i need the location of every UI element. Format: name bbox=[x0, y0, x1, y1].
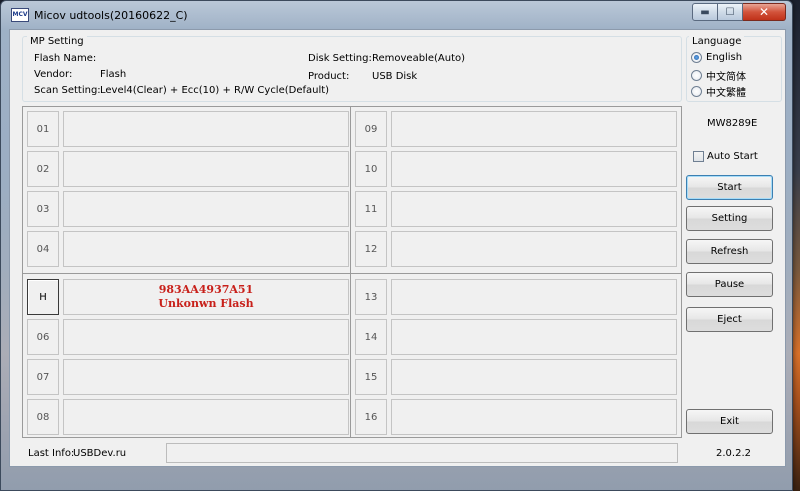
controller-label: MW8289E bbox=[707, 118, 758, 129]
port-row-05: H 983AA4937A51 Unkonwn Flash bbox=[27, 279, 349, 315]
port-panel-divider bbox=[350, 106, 351, 438]
setting-button[interactable]: Setting bbox=[686, 206, 773, 231]
port-info bbox=[391, 231, 677, 267]
auto-start-checkbox[interactable] bbox=[693, 151, 704, 162]
port-number: 03 bbox=[27, 191, 59, 227]
port-info: 983AA4937A51 Unkonwn Flash bbox=[63, 279, 349, 315]
port-number: H bbox=[27, 279, 59, 315]
port-number: 07 bbox=[27, 359, 59, 395]
traditional-chinese-radio[interactable] bbox=[691, 86, 702, 97]
exit-button[interactable]: Exit bbox=[686, 409, 773, 434]
scan-setting-value: Level4(Clear) + Ecc(10) + R/W Cycle(Defa… bbox=[100, 85, 330, 96]
port-row-14: 14 bbox=[355, 319, 677, 355]
port-row-13: 13 bbox=[355, 279, 677, 315]
disk-setting-label: Disk Setting: bbox=[308, 53, 372, 64]
app-icon: MCV bbox=[11, 8, 29, 22]
port-info bbox=[391, 279, 677, 315]
port-row-02: 02 bbox=[27, 151, 349, 187]
auto-start-label: Auto Start bbox=[707, 151, 758, 162]
refresh-button[interactable]: Refresh bbox=[686, 239, 773, 264]
port-info bbox=[63, 399, 349, 435]
port-info bbox=[391, 359, 677, 395]
auto-start-toggle[interactable]: Auto Start bbox=[693, 151, 758, 162]
port-row-03: 03 bbox=[27, 191, 349, 227]
port-row-06: 06 bbox=[27, 319, 349, 355]
minimize-icon: ▬ bbox=[700, 6, 710, 18]
port-number: 09 bbox=[355, 111, 387, 147]
port-row-11: 11 bbox=[355, 191, 677, 227]
port-number: 02 bbox=[27, 151, 59, 187]
port-row-10: 10 bbox=[355, 151, 677, 187]
title-bar[interactable]: MCV Micov udtools(20160622_C) ▬ ☐ ✕ bbox=[1, 1, 792, 29]
port-info bbox=[63, 151, 349, 187]
close-button[interactable]: ✕ bbox=[743, 3, 786, 21]
port-row-15: 15 bbox=[355, 359, 677, 395]
maximize-icon: ☐ bbox=[725, 6, 735, 18]
vendor-value: Flash bbox=[100, 69, 127, 80]
mp-setting-title: MP Setting bbox=[27, 36, 87, 47]
product-value: USB Disk bbox=[372, 71, 418, 82]
port-row-01: 01 bbox=[27, 111, 349, 147]
port-row-08: 08 bbox=[27, 399, 349, 435]
port-number: 08 bbox=[27, 399, 59, 435]
port-info bbox=[63, 319, 349, 355]
port-number: 06 bbox=[27, 319, 59, 355]
language-option-traditional[interactable]: 中文繁體 bbox=[691, 84, 746, 99]
port-info bbox=[63, 359, 349, 395]
language-option-simplified[interactable]: 中文简体 bbox=[691, 68, 746, 83]
port-number: 13 bbox=[355, 279, 387, 315]
port-number: 01 bbox=[27, 111, 59, 147]
product-label: Product: bbox=[308, 71, 350, 82]
port-info bbox=[63, 191, 349, 227]
port-number: 04 bbox=[27, 231, 59, 267]
port-row-09: 09 bbox=[355, 111, 677, 147]
english-radio[interactable] bbox=[691, 52, 702, 63]
port-info bbox=[63, 111, 349, 147]
minimize-button[interactable]: ▬ bbox=[692, 3, 718, 21]
port-info bbox=[391, 151, 677, 187]
port-row-07: 07 bbox=[27, 359, 349, 395]
port-row-16: 16 bbox=[355, 399, 677, 435]
language-title: Language bbox=[689, 36, 745, 47]
caption-buttons: ▬ ☐ ✕ bbox=[692, 3, 786, 21]
port-number: 11 bbox=[355, 191, 387, 227]
eject-button[interactable]: Eject bbox=[686, 307, 773, 332]
version-label: 2.0.2.2 bbox=[716, 448, 751, 459]
port-row-12: 12 bbox=[355, 231, 677, 267]
port-number: 15 bbox=[355, 359, 387, 395]
disk-setting-value: Removeable(Auto) bbox=[372, 53, 466, 64]
port-number: 10 bbox=[355, 151, 387, 187]
port-info bbox=[63, 231, 349, 267]
port-info bbox=[391, 399, 677, 435]
simplified-chinese-radio[interactable] bbox=[691, 70, 702, 81]
port-panel-hdivider bbox=[22, 273, 682, 274]
maximize-button[interactable]: ☐ bbox=[718, 3, 743, 21]
port-number: 16 bbox=[355, 399, 387, 435]
window-title: Micov udtools(20160622_C) bbox=[34, 9, 188, 22]
start-button[interactable]: Start bbox=[686, 175, 773, 200]
pause-button[interactable]: Pause bbox=[686, 272, 773, 297]
language-option-english[interactable]: English bbox=[691, 52, 742, 63]
close-icon: ✕ bbox=[758, 5, 770, 19]
last-info-value: USBDev.ru bbox=[73, 448, 127, 459]
last-info-field bbox=[166, 443, 678, 463]
traditional-chinese-label: 中文繁體 bbox=[706, 88, 746, 99]
scan-setting-label: Scan Setting: bbox=[34, 85, 101, 96]
port-info bbox=[391, 191, 677, 227]
last-info-label: Last Info: bbox=[28, 448, 75, 459]
flash-name-label: Flash Name: bbox=[34, 53, 97, 64]
port-number: 12 bbox=[355, 231, 387, 267]
port-info-line1: 983AA4937A51 bbox=[158, 283, 254, 296]
port-info bbox=[391, 319, 677, 355]
english-label: English bbox=[706, 52, 743, 63]
port-info bbox=[391, 111, 677, 147]
port-info-line2: Unkonwn Flash bbox=[158, 297, 254, 310]
app-window: MCV Micov udtools(20160622_C) ▬ ☐ ✕ MP S… bbox=[0, 0, 793, 491]
port-row-04: 04 bbox=[27, 231, 349, 267]
simplified-chinese-label: 中文简体 bbox=[706, 72, 746, 83]
vendor-label: Vendor: bbox=[34, 69, 73, 80]
port-number: 14 bbox=[355, 319, 387, 355]
